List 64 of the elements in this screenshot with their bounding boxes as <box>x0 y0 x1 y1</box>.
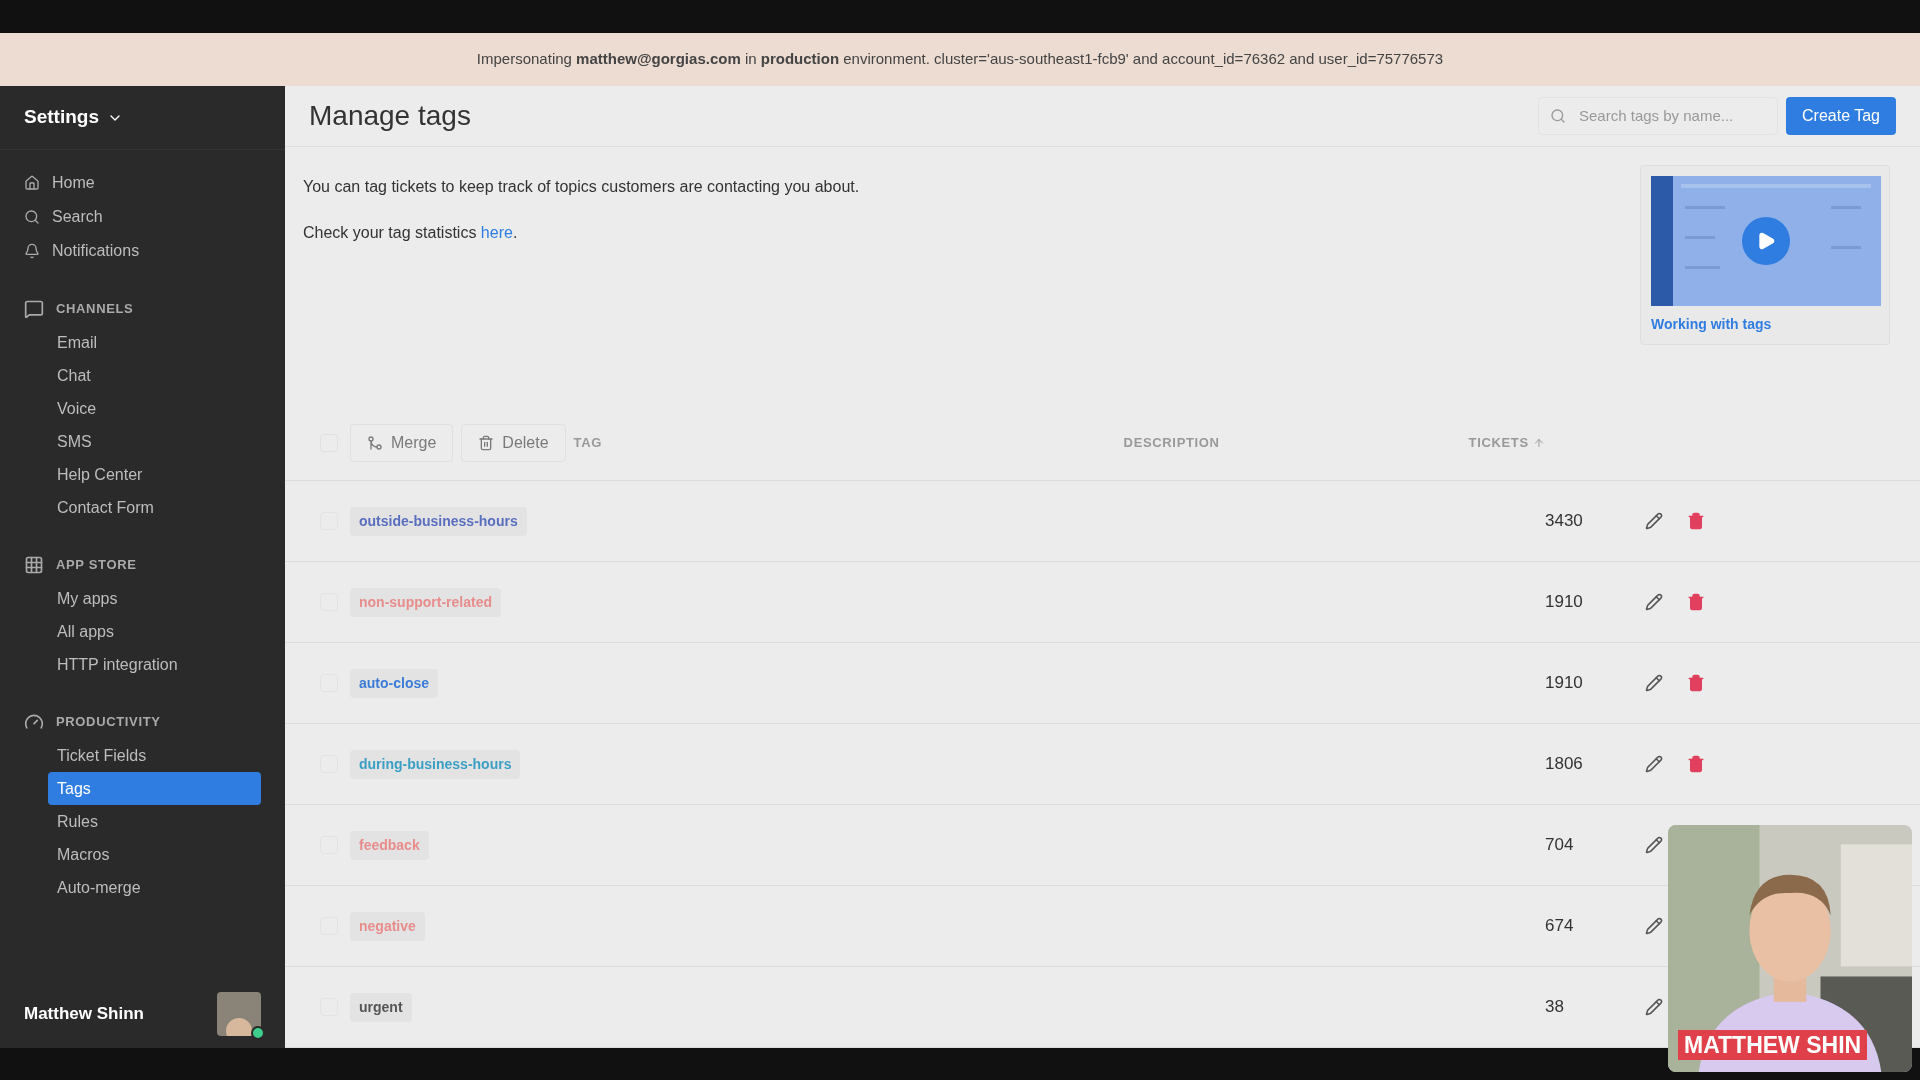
delete-icon[interactable] <box>1687 755 1705 773</box>
nav-item[interactable]: My apps <box>48 582 261 615</box>
grid-icon <box>24 555 44 575</box>
column-header: DESCRIPTION <box>1123 433 1221 452</box>
chat-icon <box>24 299 44 319</box>
nav-item[interactable]: Notifications <box>24 234 261 268</box>
nav-item[interactable]: Search <box>24 200 261 234</box>
edit-icon[interactable] <box>1645 998 1663 1016</box>
nav-item[interactable]: Home <box>24 166 261 200</box>
nav-item[interactable]: Auto-merge <box>48 871 261 904</box>
nav-item[interactable]: HTTP integration <box>48 648 261 681</box>
bell-icon <box>24 243 40 259</box>
ticket-count: 38 <box>1545 996 1565 1019</box>
nav-item[interactable]: Email <box>48 326 261 359</box>
tag-chip[interactable]: outside-business-hours <box>350 506 527 536</box>
delete-icon[interactable] <box>1687 674 1705 692</box>
edit-icon[interactable] <box>1645 593 1663 611</box>
edit-icon[interactable] <box>1645 836 1663 854</box>
nav-item[interactable]: Help Center <box>48 458 261 491</box>
nav-item[interactable]: Macros <box>48 838 261 871</box>
edit-icon[interactable] <box>1645 512 1663 530</box>
nav-item[interactable]: Tags <box>48 772 261 805</box>
edit-icon[interactable] <box>1645 755 1663 773</box>
nav-item[interactable]: Voice <box>48 392 261 425</box>
search-field[interactable]: Search tags by name... <box>1538 96 1778 135</box>
nav-item[interactable]: Contact Form <box>48 491 261 524</box>
ticket-count: 1910 <box>1545 672 1584 695</box>
gauge-icon <box>24 712 44 732</box>
sort-icon <box>1532 436 1545 449</box>
edit-icon[interactable] <box>1645 674 1663 692</box>
nav-item[interactable]: All apps <box>48 615 261 648</box>
user-name: Matthew Shinn <box>24 1003 144 1026</box>
presenter-name-label: MATTHEW SHIN <box>1678 1030 1868 1060</box>
video-caption: Working with tags <box>1651 314 1773 334</box>
banner-text: Impersonating matthew@gorgias.com in production environment. cluster='aus-southeast1-fcb9' and account_id=76362 and user_id=75776573 <box>476 49 1444 70</box>
ticket-count: 3430 <box>1545 510 1584 533</box>
ticket-count: 674 <box>1545 915 1575 938</box>
home-icon <box>24 175 40 191</box>
section-heading: PRODUCTIVITY <box>56 713 161 732</box>
ticket-count: 1910 <box>1545 591 1584 614</box>
intro-text: You can tag tickets to keep track of topics customers are contacting you about. <box>303 176 860 197</box>
play-icon <box>1756 230 1776 251</box>
section-heading: APP STORE <box>56 556 137 575</box>
merge-icon <box>367 434 383 451</box>
settings-menu[interactable]: Settings <box>24 103 123 132</box>
column-header: TAG <box>573 433 604 452</box>
tag-chip[interactable]: urgent <box>350 992 412 1022</box>
create-tag-button[interactable]: Create Tag <box>1786 96 1896 135</box>
delete-icon[interactable] <box>1687 593 1705 611</box>
section-heading: CHANNELS <box>56 300 134 319</box>
nav-item[interactable]: SMS <box>48 425 261 458</box>
search-icon <box>24 209 40 225</box>
nav-item[interactable]: Ticket Fields <box>48 739 261 772</box>
nav-item[interactable]: Rules <box>48 805 261 838</box>
avatar[interactable] <box>217 992 261 1036</box>
nav-item[interactable]: Chat <box>48 359 261 392</box>
search-icon <box>1550 107 1566 124</box>
edit-icon[interactable] <box>1645 917 1663 935</box>
delete-icon[interactable] <box>1687 512 1705 530</box>
ticket-count: 1806 <box>1545 753 1584 776</box>
ticket-count: 704 <box>1545 834 1575 857</box>
page-title: Manage tags <box>309 98 471 133</box>
trash-icon <box>478 434 495 451</box>
intro-text: Check your tag statistics here. <box>303 222 519 243</box>
